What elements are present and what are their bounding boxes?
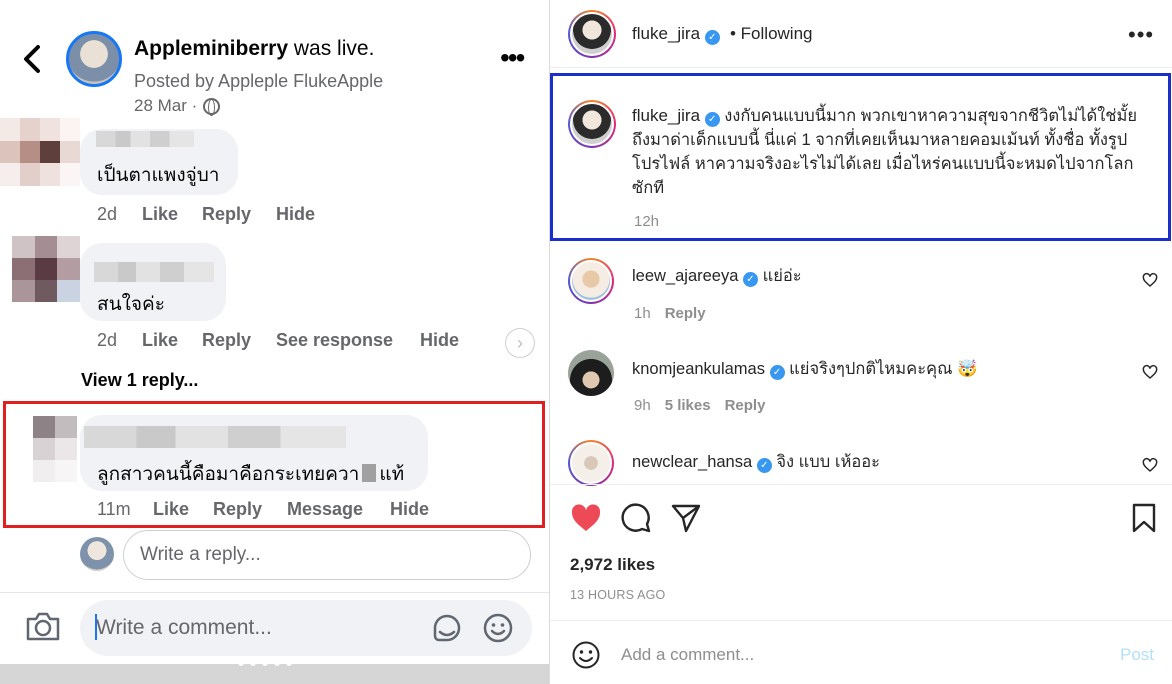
comment-text: สนใจค่ะ [97,294,165,315]
comment-placeholder: Write a comment... [96,616,272,639]
view-replies-link[interactable]: View 1 reply... [81,370,198,391]
more-options-icon[interactable]: ••• [1128,22,1154,48]
instagram-panel: fluke_jira ✓ • Following ••• fluke_jira … [549,0,1172,684]
more-options-icon[interactable]: ••• [500,44,525,72]
comment-time: 2d [97,330,118,350]
verified-badge-icon: ✓ [704,30,720,45]
divider [550,484,1172,485]
blurred-avatar [12,236,80,302]
reply-link[interactable]: Reply [665,305,706,322]
share-icon[interactable] [670,502,702,534]
commenter-avatar[interactable] [568,440,614,486]
hide-link[interactable]: Hide [420,330,459,351]
highlight-frame-blue [550,73,1171,241]
divider [550,67,1172,68]
back-arrow-icon[interactable] [18,42,46,76]
comment-text: แย่จริงๆปกติไหมคะคุณ 🤯 [789,360,978,378]
post-date-text: 28 Mar · [134,96,198,115]
comment-text: เป็นตาแพงจู่บา [97,165,220,186]
highlight-frame-red [3,401,545,528]
commenter-avatar[interactable] [568,350,614,396]
user-avatar [80,537,114,571]
heart-icon[interactable] [1142,364,1158,380]
title-suffix: was live. [288,37,375,60]
page-indicator [238,660,292,666]
header-username-text: fluke_jira [632,24,701,43]
commenter-avatar[interactable] [568,258,614,304]
reply-link[interactable]: Reply [725,397,766,414]
post-button[interactable]: Post [1120,645,1154,665]
facebook-panel: Appleminiberry was live. Posted by Apple… [0,0,549,684]
comment-username[interactable]: leew_ajareeya [632,267,738,285]
hide-link[interactable]: Hide [276,204,315,225]
like-link[interactable]: Like [142,204,202,225]
comment-icon[interactable] [620,502,652,534]
comment-username[interactable]: knomjeankulamas [632,360,765,378]
add-comment-input[interactable]: Add a comment... [621,645,754,665]
heart-icon[interactable] [1142,457,1158,473]
bottom-strip [0,664,549,684]
camera-icon[interactable] [24,610,62,642]
page-name[interactable]: Appleminiberry [134,37,288,60]
page-indicator-dot [274,660,280,666]
verified-badge-icon: ✓ [769,365,785,380]
comment-username[interactable]: newclear_hansa [632,453,752,471]
divider [0,592,549,593]
likes-count[interactable]: 2,972 likes [570,555,655,575]
header-avatar[interactable] [568,10,616,58]
comment-text: แย่อ่ะ [762,267,802,285]
post-title: Appleminiberry was live. [134,37,374,61]
comment-meta: 9h 5 likes Reply [634,397,765,414]
comment: knomjeankulamas ✓ แย่จริงๆปกติไหมคะคุณ 🤯 [632,356,978,382]
page-indicator-dot [250,660,256,666]
comment-time: 2d [97,204,118,224]
comment-actions: 2d Like Reply Hide [97,204,315,225]
blurred-avatar [0,118,80,186]
divider [550,620,1172,621]
page-indicator-dot [238,660,244,666]
comment-text: จิง แบบ เห้ออะ [776,453,881,471]
verified-badge-icon: ✓ [743,272,758,287]
page-indicator-dot [286,660,292,666]
page-indicator-dot [262,660,268,666]
see-response-link[interactable]: See response [276,330,420,351]
globe-icon [203,97,221,116]
comment-time: 9h [634,397,651,414]
blurred-commenter-name [94,262,214,282]
reply-link[interactable]: Reply [202,330,276,351]
emoji-icon[interactable] [482,612,514,644]
emoji-icon[interactable] [571,640,601,670]
comment: newclear_hansa ✓ จิง แบบ เห้ออะ [632,449,880,475]
bookmark-icon[interactable] [1128,502,1160,534]
comment-actions: 2d Like Reply See response Hide [97,330,459,351]
page-avatar[interactable] [66,31,122,87]
posted-by: Posted by Appleple FlukeApple [134,71,384,91]
post-time: 13 HOURS AGO [570,588,666,602]
blurred-commenter-name [96,131,194,147]
comment: leew_ajareeya ✓ แย่อ่ะ [632,263,802,289]
comment-meta: 1h Reply [634,305,706,322]
verified-badge-icon: ✓ [756,458,772,473]
header-username[interactable]: fluke_jira ✓ [632,24,720,45]
likes-count[interactable]: 5 likes [665,397,711,414]
like-link[interactable]: Like [142,330,202,351]
heart-filled-icon[interactable] [570,502,602,534]
chevron-right-icon[interactable]: › [505,328,535,358]
following-status[interactable]: • Following [730,24,813,44]
reply-input[interactable]: Write a reply... [123,530,531,580]
reply-link[interactable]: Reply [202,204,276,225]
comment-time: 1h [634,305,651,322]
sticker-icon[interactable] [430,611,464,645]
heart-icon[interactable] [1142,272,1158,288]
post-date: 28 Mar · [134,96,221,116]
